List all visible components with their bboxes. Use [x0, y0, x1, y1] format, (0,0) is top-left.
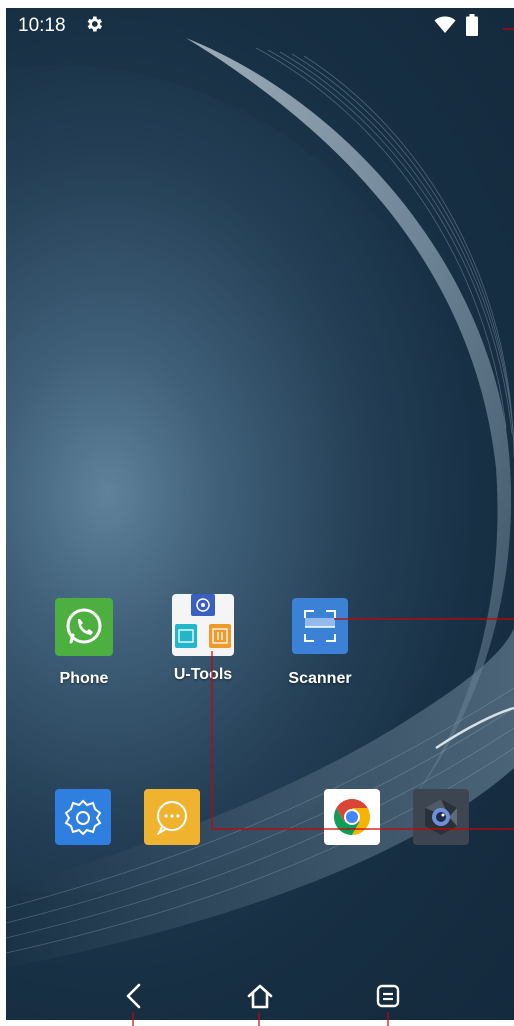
recents-button[interactable]: [368, 976, 408, 1016]
messages-icon: [144, 789, 200, 845]
dock-chrome[interactable]: [302, 789, 402, 845]
back-icon: [126, 983, 141, 1009]
wifi-icon: [434, 16, 456, 33]
dock-messages[interactable]: [122, 789, 222, 845]
settings-gear-icon: [87, 16, 102, 32]
u-tools-folder-icon: [172, 594, 234, 656]
settings-icon: [55, 789, 111, 845]
dock-camera[interactable]: [391, 789, 491, 845]
home-icon: [247, 984, 273, 1009]
home-button[interactable]: [240, 976, 280, 1016]
dock-settings[interactable]: [33, 789, 133, 845]
app-scanner-label: Scanner: [288, 670, 352, 687]
back-button[interactable]: [114, 976, 154, 1016]
status-bar: 10:18: [6, 8, 514, 42]
app-u-tools-label: U-Tools: [173, 666, 233, 683]
recents-icon: [376, 984, 400, 1008]
app-phone-label: Phone: [59, 670, 109, 687]
status-clock: 10:18: [18, 15, 66, 36]
app-scanner[interactable]: Scanner: [270, 598, 370, 688]
battery-icon: [466, 14, 478, 36]
home-screen: 10:18 Phone U-Tools Scanner: [6, 8, 514, 1020]
scanner-icon: [292, 598, 348, 654]
wallpaper: [6, 8, 514, 1020]
navigation-bar: [6, 968, 514, 1020]
phone-icon: [55, 598, 113, 656]
app-phone[interactable]: Phone: [34, 598, 134, 688]
chrome-icon: [324, 789, 380, 845]
camera-icon: [413, 789, 469, 845]
app-u-tools[interactable]: U-Tools: [153, 594, 253, 684]
